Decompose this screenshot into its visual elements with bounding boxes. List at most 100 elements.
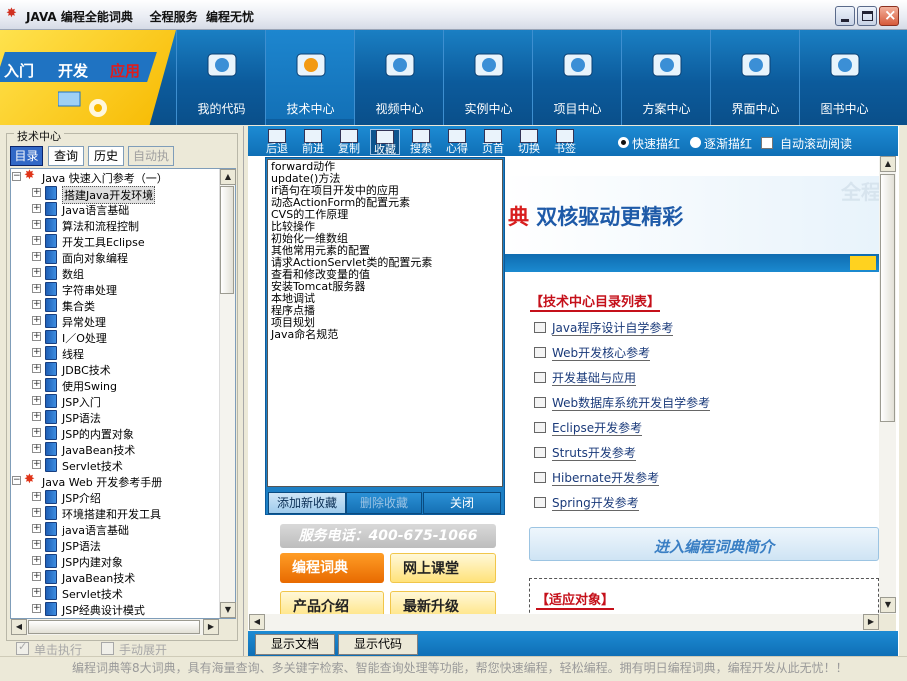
web-scroll-left-icon[interactable]: ◀ (249, 614, 265, 630)
toc-link[interactable]: Struts开发参考 (534, 444, 636, 461)
tree-node[interactable]: + JSP语法 (11, 409, 219, 425)
delete-favorite-button[interactable]: 删除收藏 (346, 492, 422, 514)
quick-highlight-radio[interactable] (618, 137, 629, 148)
tree-node[interactable]: + JSP经典设计模式 (11, 601, 219, 617)
toc-link[interactable]: Web开发核心参考 (534, 344, 651, 361)
tree-node[interactable]: + 算法和流程控制 (11, 217, 219, 233)
auto-scroll-checkbox[interactable] (761, 137, 773, 149)
promo-online-class-button[interactable]: 网上课堂 (390, 553, 496, 583)
nav-tab-2[interactable]: 技术中心 (265, 30, 354, 125)
tree-node[interactable]: + Servlet技术 (11, 585, 219, 601)
toolbar-button-9[interactable]: 书签 (550, 129, 580, 155)
tree-node[interactable]: + JavaBean技术 (11, 569, 219, 585)
tree-node[interactable]: + Java语言基础 (11, 201, 219, 217)
expand-icon[interactable]: + (32, 540, 41, 549)
nav-tab-6[interactable]: 方案中心 (621, 30, 710, 125)
tree-node[interactable]: + java语言基础 (11, 521, 219, 537)
collapse-icon[interactable]: − (12, 476, 21, 485)
tree-node[interactable]: + 异常处理 (11, 313, 219, 329)
web-horizontal-scrollbar[interactable] (249, 614, 879, 631)
expand-icon[interactable]: + (32, 188, 41, 197)
tree-node[interactable]: + Servlet技术 (11, 457, 219, 473)
toc-tree[interactable]: − ✸ Java 快速入门参考（一） + 搭建Java开发环境 + Java语言基础 + 算法和… (10, 168, 236, 619)
expand-icon[interactable]: + (32, 332, 41, 341)
manual-expand-checkbox[interactable] (101, 642, 114, 655)
tree-node[interactable]: + 搭建Java开发环境 (11, 185, 219, 204)
toolbar-button-8[interactable]: 切换 (514, 129, 544, 155)
toolbar-button-5[interactable]: 搜索 (406, 129, 436, 155)
single-click-checkbox[interactable]: ✓ (16, 640, 29, 655)
tree-node[interactable]: + JSP语法 (11, 537, 219, 553)
tree-node[interactable]: − ✸ Java Web 开发参考手册 (11, 472, 219, 489)
show-code-button[interactable]: 显示代码 (338, 634, 418, 655)
tab-query[interactable]: 查询 (48, 146, 84, 166)
toc-link[interactable]: Eclipse开发参考 (534, 419, 643, 436)
tree-node[interactable]: + 数组 (11, 265, 219, 281)
add-favorite-button[interactable]: 添加新收藏 (268, 492, 346, 514)
tree-node[interactable]: + 开发工具Eclipse (11, 233, 219, 249)
expand-icon[interactable]: + (32, 428, 41, 437)
nav-tab-8[interactable]: 图书中心 (799, 30, 888, 125)
tab-toc[interactable]: 目录 (10, 146, 43, 166)
tree-node[interactable]: + I／O处理 (11, 329, 219, 345)
minimize-button[interactable] (835, 6, 855, 26)
tab-history[interactable]: 历史 (88, 146, 124, 166)
toolbar-button-2[interactable]: 前进 (298, 129, 328, 155)
tree-node[interactable]: + JSP的内置对象 (11, 425, 219, 441)
maximize-button[interactable] (857, 6, 877, 26)
scroll-left-icon[interactable]: ◀ (11, 619, 27, 635)
scroll-up-icon[interactable]: ▲ (220, 169, 236, 185)
expand-icon[interactable]: + (32, 284, 41, 293)
toc-link[interactable]: 开发基础与应用 (534, 369, 637, 386)
expand-icon[interactable]: + (32, 460, 41, 469)
scroll-right-icon[interactable]: ▶ (203, 619, 219, 635)
toolbar-button-1[interactable]: 后退 (262, 129, 292, 155)
tree-node[interactable]: + JDBC技术 (11, 361, 219, 377)
nav-tab-1[interactable]: 我的代码 (176, 30, 265, 125)
expand-icon[interactable]: + (32, 556, 41, 565)
toc-link[interactable]: Web数据库系统开发自学参考 (534, 394, 711, 411)
toolbar-button-7[interactable]: 页首 (478, 129, 508, 155)
expand-icon[interactable]: + (32, 524, 41, 533)
expand-icon[interactable]: + (32, 300, 41, 309)
expand-icon[interactable]: + (32, 572, 41, 581)
collapse-icon[interactable]: − (12, 172, 21, 181)
favorite-item[interactable]: Java命名规范 (271, 329, 338, 341)
expand-icon[interactable]: + (32, 508, 41, 517)
expand-icon[interactable]: + (32, 380, 41, 389)
favorites-list[interactable]: forward动作 update()方法 if语句在项目开发中的应用 动态Action… (267, 159, 503, 487)
toc-link[interactable]: Spring开发参考 (534, 494, 639, 511)
expand-icon[interactable]: + (32, 236, 41, 245)
tree-node[interactable]: − ✸ Java 快速入门参考（一） (11, 169, 219, 185)
toolbar-button-4[interactable]: 收藏 (370, 129, 400, 156)
nav-tab-5[interactable]: 项目中心 (532, 30, 621, 125)
web-scroll-thumb[interactable] (880, 174, 895, 422)
promo-dictionary-button[interactable]: 编程词典 (280, 553, 384, 583)
tab-auto-run[interactable]: 自动执行 (128, 146, 174, 181)
web-scroll-right-icon[interactable]: ▶ (863, 614, 879, 630)
close-button[interactable]: × (879, 6, 899, 26)
nav-tab-3[interactable]: 视频中心 (354, 30, 443, 125)
expand-icon[interactable]: + (32, 204, 41, 213)
tree-node[interactable]: + 集合类 (11, 297, 219, 313)
gradual-highlight-radio[interactable] (690, 137, 701, 148)
tree-node[interactable]: + JSP介绍 (11, 489, 219, 505)
expand-icon[interactable]: + (32, 220, 41, 229)
tree-node[interactable]: + 面向对象编程 (11, 249, 219, 265)
expand-icon[interactable]: + (32, 588, 41, 597)
expand-icon[interactable]: + (32, 252, 41, 261)
expand-icon[interactable]: + (32, 604, 41, 613)
show-doc-button[interactable]: 显示文档 (255, 634, 335, 655)
tree-node[interactable]: + JavaBean技术 (11, 441, 219, 457)
close-favorites-button[interactable]: 关闭 (423, 492, 501, 514)
expand-icon[interactable]: + (32, 316, 41, 325)
expand-icon[interactable]: + (32, 492, 41, 501)
scroll-down-icon[interactable]: ▼ (220, 602, 236, 618)
tree-hscroll-thumb[interactable] (28, 620, 200, 634)
toc-link[interactable]: Java程序设计自学参考 (534, 319, 674, 336)
expand-icon[interactable]: + (32, 396, 41, 405)
nav-tab-4[interactable]: 实例中心 (443, 30, 532, 125)
tree-node[interactable]: + 字符串处理 (11, 281, 219, 297)
toc-link[interactable]: Hibernate开发参考 (534, 469, 660, 486)
expand-icon[interactable]: + (32, 268, 41, 277)
